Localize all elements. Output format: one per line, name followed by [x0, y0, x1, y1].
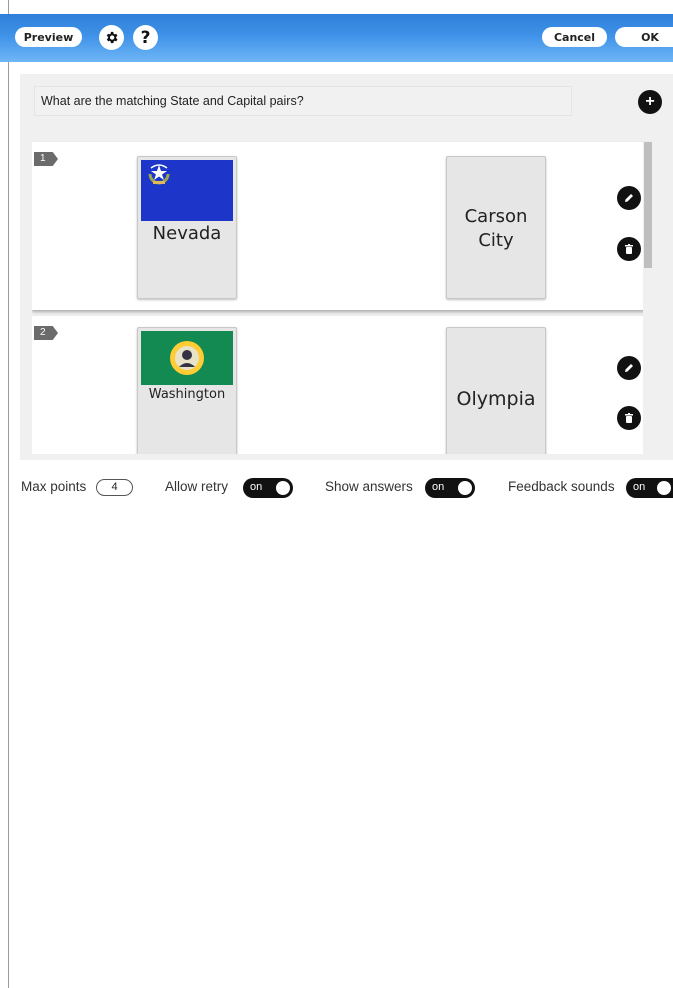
allow-retry-toggle[interactable]: on	[243, 478, 293, 498]
scrollbar-thumb[interactable]	[644, 142, 652, 268]
toolbar: Preview ? Cancel OK	[0, 14, 673, 62]
nevada-flag-icon	[141, 160, 233, 221]
feedback-sounds-toggle[interactable]: on	[626, 478, 673, 498]
max-points-label: Max points	[21, 479, 87, 494]
pair-row: 2 Washington Olympia	[32, 316, 652, 454]
toggle-state-label: on	[250, 481, 263, 493]
question-input[interactable]: What are the matching State and Capital …	[34, 86, 572, 116]
help-button[interactable]: ?	[133, 25, 158, 50]
show-answers-toggle[interactable]: on	[425, 478, 475, 498]
pair-right-card[interactable]: Olympia	[446, 327, 546, 454]
trash-icon	[625, 413, 633, 423]
pair-left-label: Washington	[148, 387, 226, 402]
pair-right-label-line: Carson	[464, 206, 528, 227]
toggle-knob	[276, 481, 290, 495]
toggle-knob	[657, 481, 671, 495]
settings-bar: Max points 4 Allow retry on Show answers…	[0, 474, 673, 502]
pairs-scrollbar[interactable]	[643, 142, 653, 460]
delete-pair-button[interactable]	[617, 237, 641, 261]
plus-icon: +	[645, 93, 655, 110]
pair-number-badge: 2	[34, 326, 58, 340]
cancel-button[interactable]: Cancel	[542, 27, 607, 47]
pair-right-label-line: City	[478, 230, 514, 251]
ok-button[interactable]: OK	[615, 27, 673, 47]
allow-retry-label: Allow retry	[165, 479, 229, 494]
settings-button[interactable]	[99, 25, 124, 50]
pencil-icon	[625, 194, 633, 202]
max-points-input[interactable]: 4	[96, 479, 133, 496]
pair-right-label: Carson City	[447, 205, 545, 253]
edit-pair-button[interactable]	[617, 186, 641, 210]
pair-number-badge: 1	[34, 152, 58, 166]
pair-right-label: Olympia	[456, 388, 536, 410]
pencil-icon	[625, 364, 633, 372]
toggle-state-label: on	[432, 481, 445, 493]
edit-pair-button[interactable]	[617, 356, 641, 380]
gear-icon	[106, 31, 118, 44]
window-top-strip	[8, 0, 673, 14]
add-pair-button[interactable]: +	[638, 90, 662, 114]
pairs-list: 1 Nevada Carson City 2 Washington Olympi…	[32, 140, 652, 454]
toggle-knob	[458, 481, 472, 495]
pair-row: 1 Nevada Carson City	[32, 142, 652, 310]
feedback-sounds-label: Feedback sounds	[508, 479, 615, 494]
delete-pair-button[interactable]	[617, 406, 641, 430]
pair-left-card[interactable]: Nevada	[137, 156, 237, 299]
matching-editor: What are the matching State and Capital …	[20, 74, 673, 460]
preview-button[interactable]: Preview	[15, 27, 82, 47]
pair-left-label: Nevada	[152, 223, 222, 244]
toggle-state-label: on	[633, 481, 646, 493]
trash-icon	[625, 244, 633, 254]
help-icon: ?	[140, 27, 151, 48]
pair-left-card[interactable]: Washington	[137, 327, 237, 454]
show-answers-label: Show answers	[325, 479, 413, 494]
pair-right-card[interactable]: Carson City	[446, 156, 546, 299]
washington-flag-icon	[141, 331, 233, 385]
